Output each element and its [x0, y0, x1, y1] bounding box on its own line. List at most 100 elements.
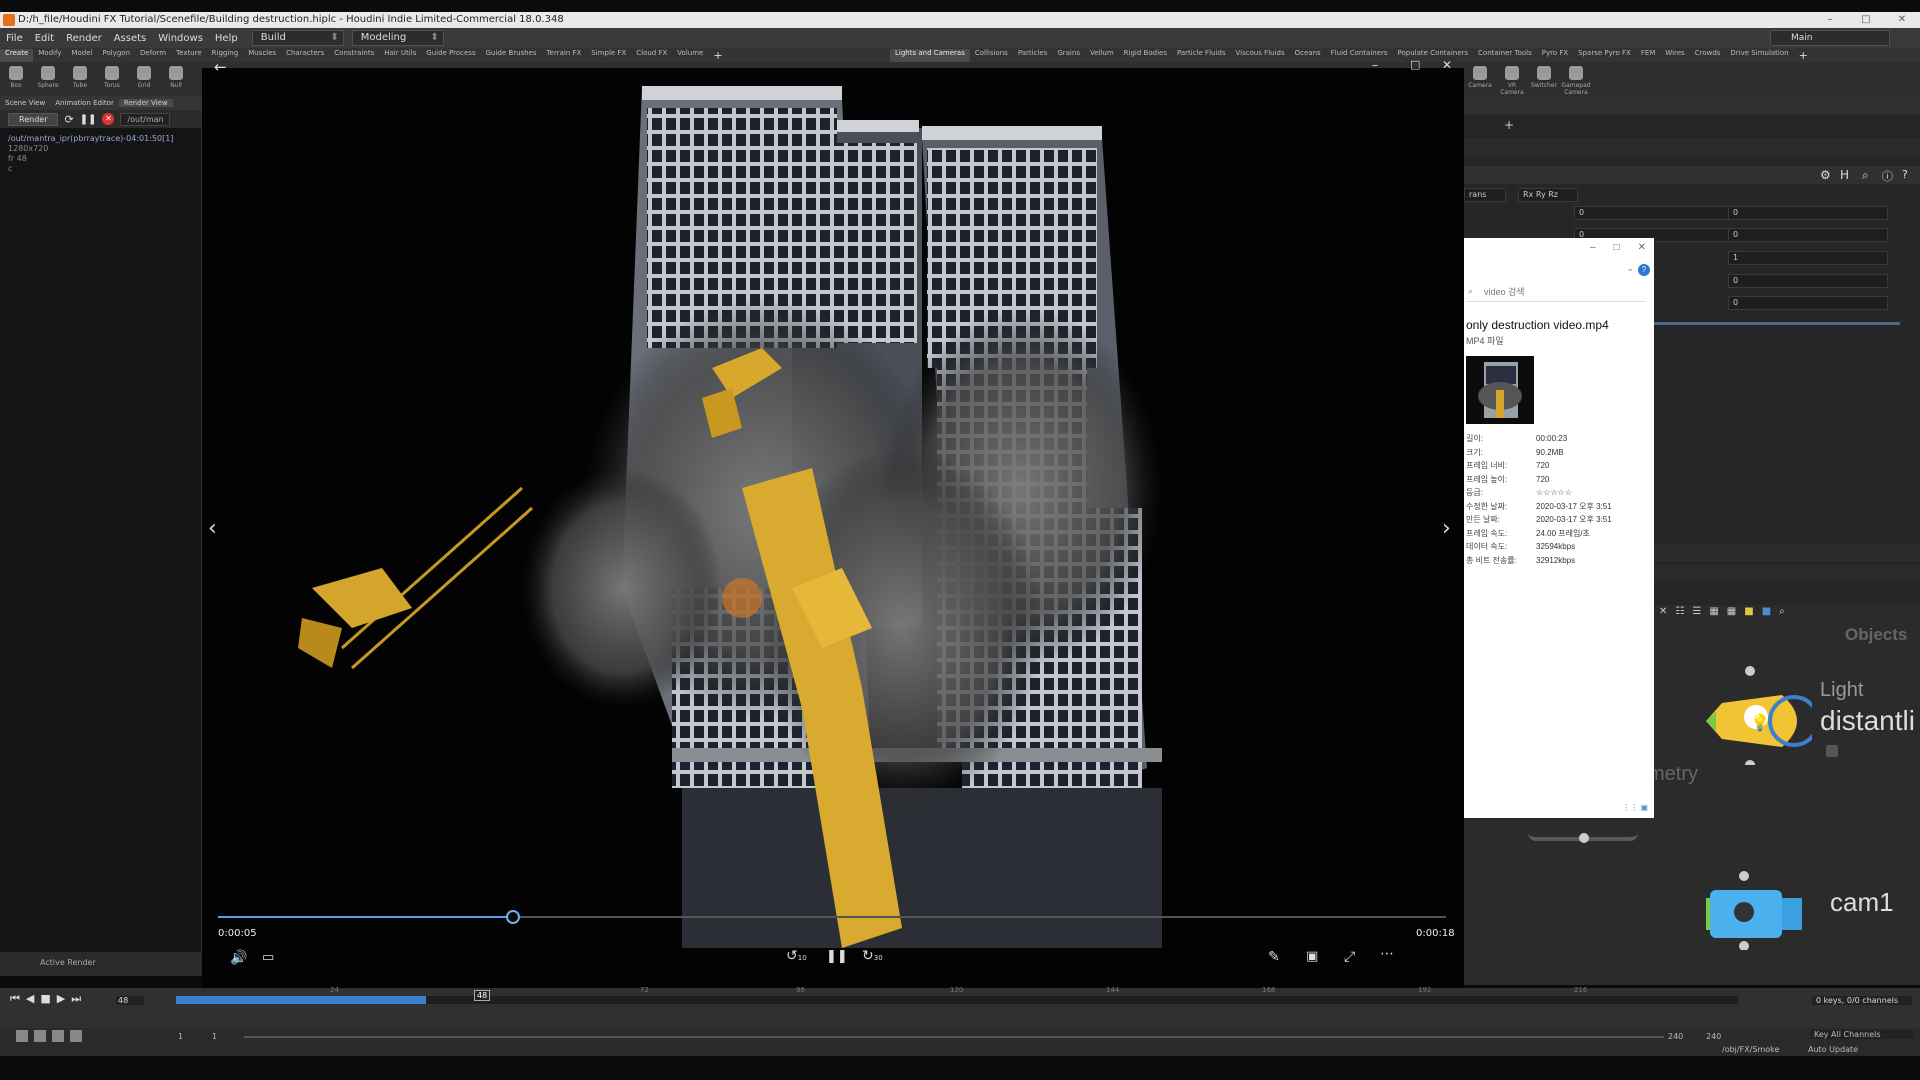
menu-edit[interactable]: Edit: [29, 33, 60, 44]
range-end-2[interactable]: 240: [1706, 1032, 1721, 1041]
shelf-tool[interactable]: Sphere: [32, 62, 64, 96]
image-icon[interactable]: ■: [1762, 606, 1771, 622]
minimize-icon[interactable]: –: [1812, 12, 1848, 28]
shelf-tab[interactable]: Particles: [1013, 49, 1053, 62]
render-output-path[interactable]: /out/man: [120, 112, 171, 126]
shelf-tab[interactable]: Modify: [33, 49, 66, 62]
jump-start-icon[interactable]: ⏮: [10, 992, 20, 1006]
desktop-dropdown[interactable]: Build: [251, 30, 344, 46]
loop-icon[interactable]: [52, 1030, 64, 1042]
rotate-order-field[interactable]: Rx Ry Rz: [1518, 188, 1578, 202]
context-dropdown[interactable]: Modeling: [351, 30, 444, 46]
shelf-tab[interactable]: Texture: [171, 49, 207, 62]
menu-assets[interactable]: Assets: [108, 33, 153, 44]
more-options-icon[interactable]: ⋯: [1380, 946, 1394, 962]
light-node-name[interactable]: distantli: [1820, 705, 1915, 737]
shelf-tab[interactable]: Hair Utils: [379, 49, 421, 62]
shelf-tool[interactable]: Box: [0, 62, 32, 96]
shelf-tab[interactable]: Simple FX: [586, 49, 631, 62]
shelf-tab[interactable]: Drive Simulation: [1725, 49, 1793, 62]
tab-animation-editor[interactable]: Animation Editor: [50, 99, 119, 107]
light-node[interactable]: [1682, 665, 1812, 765]
add-tab-icon[interactable]: +: [1504, 118, 1514, 132]
range-start-2[interactable]: 1: [212, 1032, 217, 1041]
range-start[interactable]: 1: [178, 1032, 183, 1041]
menu-help[interactable]: Help: [209, 33, 244, 44]
cam-node-name[interactable]: cam1: [1830, 887, 1894, 918]
props-chevron-icon[interactable]: ⌄: [1626, 263, 1634, 274]
zoom-icon[interactable]: ⌕: [1779, 606, 1785, 622]
shelf-tab[interactable]: Guide Process: [421, 49, 480, 62]
play-icon[interactable]: ▶: [57, 992, 65, 1006]
player-maximize-icon[interactable]: □: [1410, 58, 1420, 71]
player-minimize-icon[interactable]: –: [1372, 58, 1378, 72]
shelf-tool[interactable]: Switcher: [1528, 62, 1560, 96]
tab-scene-view[interactable]: Scene View: [0, 99, 50, 107]
close-icon[interactable]: ✕: [1884, 12, 1920, 28]
realtime-icon[interactable]: [34, 1030, 46, 1042]
list-icon[interactable]: ☷: [1675, 606, 1684, 622]
shelf-tab[interactable]: Oceans: [1290, 49, 1326, 62]
props-view-icons[interactable]: ⋮⋮ ▣: [1622, 803, 1648, 812]
shelf-tool[interactable]: Null: [160, 62, 192, 96]
param-b-0[interactable]: 0: [1728, 206, 1888, 220]
key-all-channels[interactable]: Key All Channels: [1810, 1030, 1914, 1039]
shelf-tab[interactable]: Crowds: [1690, 49, 1726, 62]
param-slider[interactable]: [1650, 322, 1900, 325]
status-path[interactable]: /obj/FX/Smoke: [1722, 1045, 1779, 1054]
skip-forward-icon[interactable]: ↻30: [862, 948, 883, 964]
render-button[interactable]: Render: [8, 112, 59, 126]
shelf-tab[interactable]: Polygon: [98, 49, 136, 62]
frame-marker[interactable]: 48: [474, 990, 491, 1001]
clock-icon[interactable]: [70, 1030, 82, 1042]
previous-video-icon[interactable]: ‹: [208, 516, 217, 541]
audio-icon[interactable]: [16, 1030, 28, 1042]
param-b-1[interactable]: 0: [1728, 228, 1888, 242]
shelf-tab[interactable]: Cloud FX: [631, 49, 672, 62]
shelf-tab[interactable]: Particle Fluids: [1172, 49, 1231, 62]
shelf-tab[interactable]: Wires: [1660, 49, 1689, 62]
volume-icon[interactable]: 🔊: [230, 950, 247, 966]
seek-bar[interactable]: [218, 910, 1446, 924]
shelf-tab[interactable]: Guide Brushes: [481, 49, 542, 62]
range-end[interactable]: 240: [1668, 1032, 1683, 1041]
shelf-tab[interactable]: Volume: [672, 49, 708, 62]
grid-icon[interactable]: ▦: [1709, 606, 1718, 622]
shelf-tab[interactable]: Muscles: [243, 49, 281, 62]
props-search-input[interactable]: video 검색: [1466, 282, 1646, 302]
mini-player-icon[interactable]: ▣: [1306, 949, 1318, 964]
shelf-tab[interactable]: Populate Containers: [1393, 49, 1474, 62]
param-b-2[interactable]: 1: [1728, 251, 1888, 265]
jump-end-icon[interactable]: ⏭: [71, 992, 81, 1006]
shelf-tool[interactable]: Torus: [96, 62, 128, 96]
grid-icon[interactable]: ▦: [1727, 606, 1736, 622]
tab-render-view[interactable]: Render View: [118, 99, 173, 107]
search-icon[interactable]: ⌕: [1862, 168, 1869, 183]
shelf-tool[interactable]: VR Camera: [1496, 62, 1528, 96]
param-a-0[interactable]: 0: [1574, 206, 1734, 220]
auto-update[interactable]: Auto Update: [1808, 1045, 1858, 1054]
shelf-tab[interactable]: FEM: [1636, 49, 1661, 62]
active-render-label[interactable]: Active Render: [40, 958, 96, 967]
shelf-tab[interactable]: Model: [66, 49, 97, 62]
timeline-bar[interactable]: 48: [176, 990, 1738, 1004]
shelf-tab[interactable]: Deform: [135, 49, 171, 62]
shelf-tool[interactable]: Grid: [128, 62, 160, 96]
shelf-tab[interactable]: Container Tools: [1473, 49, 1537, 62]
add-shelf-tab-icon[interactable]: +: [1794, 49, 1813, 62]
props-minimize-icon[interactable]: –: [1590, 242, 1596, 253]
menu-render[interactable]: Render: [60, 33, 108, 44]
shelf-tool[interactable]: Gamepad Camera: [1560, 62, 1592, 96]
shelf-tab[interactable]: Characters: [281, 49, 329, 62]
connector-dot[interactable]: [1579, 833, 1589, 843]
refresh-icon[interactable]: ⟳: [64, 113, 73, 126]
stop-icon[interactable]: ■: [40, 992, 50, 1006]
menu-file[interactable]: File: [0, 33, 29, 44]
edit-pencil-icon[interactable]: ✎: [1268, 949, 1280, 965]
player-close-icon[interactable]: ✕: [1442, 58, 1452, 72]
tool-icon[interactable]: ✕: [1659, 606, 1667, 622]
shelf-tab[interactable]: Grains: [1052, 49, 1085, 62]
pause-icon[interactable]: ❚❚: [826, 949, 848, 964]
stop-icon[interactable]: ✕: [102, 113, 115, 125]
shelf-tab[interactable]: Viscous Fluids: [1231, 49, 1290, 62]
